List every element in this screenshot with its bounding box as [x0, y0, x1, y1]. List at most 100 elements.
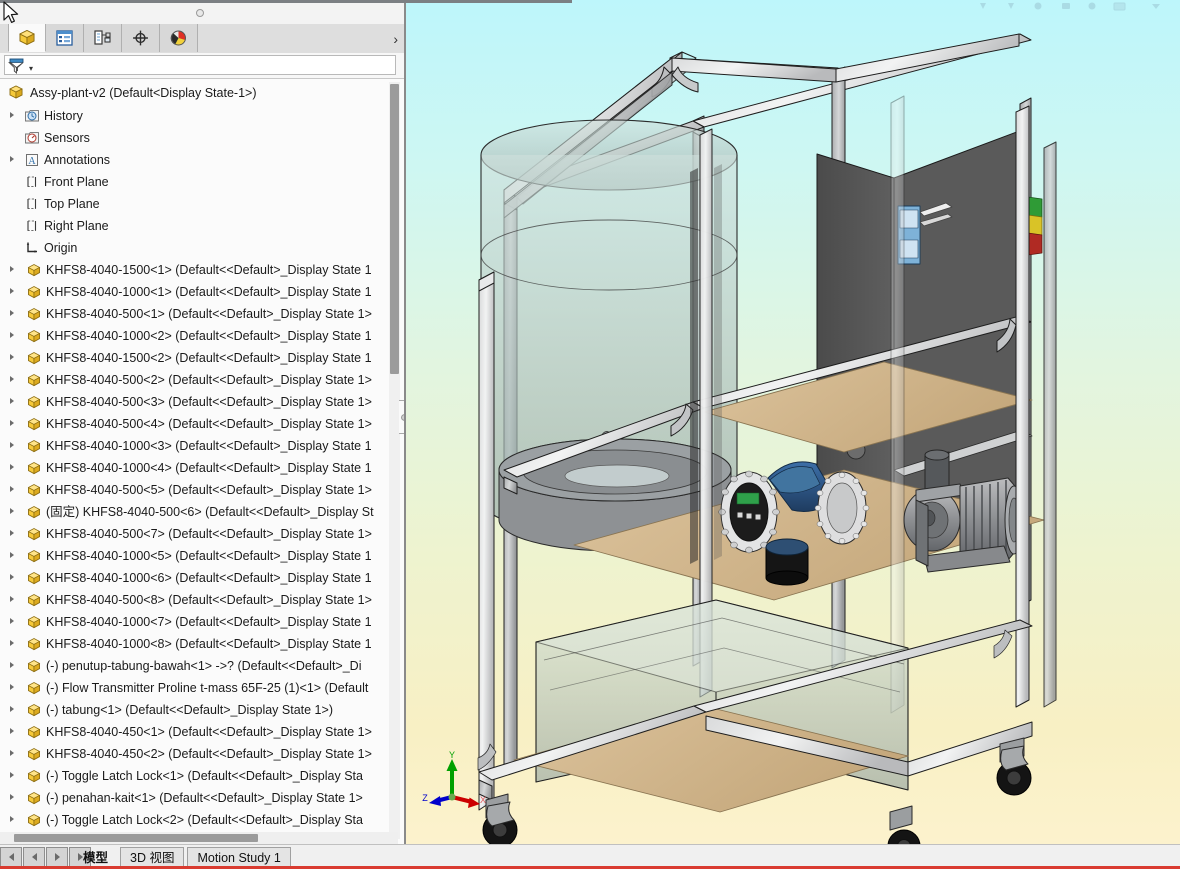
first-icon [8, 853, 14, 861]
expand-arrow-icon[interactable] [10, 464, 14, 470]
part-icon [26, 306, 42, 322]
tree-item[interactable]: Right Plane [0, 215, 404, 237]
expand-arrow-icon[interactable] [10, 618, 14, 624]
bottom-tab[interactable]: 3D 视图 [120, 847, 185, 868]
expand-arrow-icon[interactable] [10, 706, 14, 712]
expand-arrow-icon[interactable] [10, 442, 14, 448]
property-manager-tab[interactable] [46, 24, 84, 52]
filter-input-wrapper[interactable]: ▾ [4, 55, 396, 75]
tree-item[interactable]: KHFS8-4040-1000<7> (Default<<Default>_Di… [0, 611, 404, 633]
tree-root-item[interactable]: Assy-plant-v2 (Default<Display State-1>) [0, 79, 404, 105]
part-icon [27, 308, 41, 321]
tree-item[interactable]: KHFS8-4040-500<5> (Default<<Default>_Dis… [0, 479, 404, 501]
tree-item-label: KHFS8-4040-450<1> (Default<<Default>_Dis… [46, 725, 372, 739]
tree-item[interactable]: Front Plane [0, 171, 404, 193]
tree-item-label: (-) Toggle Latch Lock<1> (Default<<Defau… [46, 769, 363, 783]
expand-arrow-icon[interactable] [10, 552, 14, 558]
tree-item[interactable]: (-) penutup-tabung-bawah<1> ->? (Default… [0, 655, 404, 677]
part-icon [26, 262, 42, 278]
tree-item[interactable]: (-) tabung<1> (Default<<Default>_Display… [0, 699, 404, 721]
dimxpert-manager-tab[interactable] [122, 24, 160, 52]
tree-item[interactable]: KHFS8-4040-1500<1> (Default<<Default>_Di… [0, 259, 404, 281]
tree-item[interactable]: (-) Toggle Latch Lock<1> (Default<<Defau… [0, 765, 404, 787]
configuration-manager-tab[interactable] [84, 24, 122, 52]
tree-item[interactable]: KHFS8-4040-1000<8> (Default<<Default>_Di… [0, 633, 404, 655]
tree-item[interactable]: KHFS8-4040-1000<3> (Default<<Default>_Di… [0, 435, 404, 457]
tree-vertical-scrollbar[interactable] [389, 82, 400, 839]
part-icon [27, 330, 41, 343]
tree-item[interactable]: Top Plane [0, 193, 404, 215]
tree-item[interactable]: KHFS8-4040-1000<2> (Default<<Default>_Di… [0, 325, 404, 347]
expand-arrow-icon[interactable] [10, 772, 14, 778]
tree-item[interactable]: History [0, 105, 404, 127]
expand-arrow-icon[interactable] [10, 310, 14, 316]
expand-arrow-icon[interactable] [10, 266, 14, 272]
tree-item[interactable]: A Annotations [0, 149, 404, 171]
expand-arrow-icon[interactable] [10, 332, 14, 338]
tree-item[interactable]: Sensors [0, 127, 404, 149]
tree-item[interactable]: KHFS8-4040-500<4> (Default<<Default>_Dis… [0, 413, 404, 435]
nav-first-button[interactable] [0, 847, 22, 867]
tree-item[interactable]: KHFS8-4040-450<2> (Default<<Default>_Dis… [0, 743, 404, 765]
tree-item[interactable]: Origin [0, 237, 404, 259]
nav-previous-button[interactable] [23, 847, 45, 867]
tree-item[interactable]: (固定) KHFS8-4040-500<6> (Default<<Default… [0, 501, 404, 523]
expand-arrow-icon[interactable] [10, 596, 14, 602]
annotations-icon: A [26, 154, 38, 167]
expand-arrow-icon[interactable] [10, 486, 14, 492]
expand-arrow-icon[interactable] [10, 574, 14, 580]
tree-item[interactable]: KHFS8-4040-500<3> (Default<<Default>_Dis… [0, 391, 404, 413]
next-icon [54, 853, 60, 861]
bottom-tab[interactable]: 模型 [74, 848, 117, 868]
expand-arrow-icon[interactable] [10, 640, 14, 646]
expand-arrow-icon[interactable] [10, 156, 14, 162]
expand-arrow-icon[interactable] [10, 508, 14, 514]
expand-arrow-icon[interactable] [10, 288, 14, 294]
tree-item[interactable]: KHFS8-4040-1000<5> (Default<<Default>_Di… [0, 545, 404, 567]
expand-arrow-icon[interactable] [10, 662, 14, 668]
triad-y-label: Y [449, 751, 455, 760]
tree-item[interactable]: (-) penahan-kait<1> (Default<<Default>_D… [0, 787, 404, 809]
tree-item-label: KHFS8-4040-1000<6> (Default<<Default>_Di… [46, 571, 372, 585]
tree-item[interactable]: KHFS8-4040-1500<2> (Default<<Default>_Di… [0, 347, 404, 369]
tree-item[interactable]: KHFS8-4040-1000<4> (Default<<Default>_Di… [0, 457, 404, 479]
tree-item[interactable]: KHFS8-4040-500<1> (Default<<Default>_Dis… [0, 303, 404, 325]
expand-arrow-icon[interactable] [10, 750, 14, 756]
tree-item[interactable]: KHFS8-4040-1000<1> (Default<<Default>_Di… [0, 281, 404, 303]
tree-horizontal-scrollbar[interactable] [0, 832, 398, 844]
expand-arrow-icon[interactable] [10, 398, 14, 404]
tree-item[interactable]: KHFS8-4040-500<7> (Default<<Default>_Dis… [0, 523, 404, 545]
expand-arrow-icon[interactable] [10, 112, 14, 118]
nav-next-button[interactable] [46, 847, 68, 867]
expand-arrow-icon[interactable] [10, 794, 14, 800]
tree-item-label: KHFS8-4040-1500<2> (Default<<Default>_Di… [46, 351, 372, 365]
svg-text:A: A [28, 156, 36, 167]
tree-item[interactable]: KHFS8-4040-450<1> (Default<<Default>_Dis… [0, 721, 404, 743]
bottom-tab[interactable]: Motion Study 1 [187, 847, 291, 868]
tree-item-label: KHFS8-4040-450<2> (Default<<Default>_Dis… [46, 747, 372, 761]
expand-arrow-icon[interactable] [10, 354, 14, 360]
tree-item[interactable]: KHFS8-4040-500<8> (Default<<Default>_Dis… [0, 589, 404, 611]
expand-arrow-icon[interactable] [10, 816, 14, 822]
expand-arrow-icon[interactable] [10, 684, 14, 690]
expand-arrow-icon[interactable] [10, 420, 14, 426]
expand-arrow-icon[interactable] [10, 376, 14, 382]
filter-dropdown-arrow[interactable]: ▾ [29, 64, 33, 73]
tree-vertical-scroll-thumb[interactable] [390, 84, 399, 374]
tree-horizontal-scroll-thumb[interactable] [14, 834, 258, 842]
tree-item[interactable]: KHFS8-4040-500<2> (Default<<Default>_Dis… [0, 369, 404, 391]
tree-item[interactable]: (-) Flow Transmitter Proline t-mass 65F-… [0, 677, 404, 699]
cad-model-render[interactable] [404, 0, 1180, 869]
expand-tabs-chevron[interactable]: › [393, 31, 398, 47]
triad-z-label: Z [422, 793, 428, 803]
tree-item[interactable]: KHFS8-4040-1000<6> (Default<<Default>_Di… [0, 567, 404, 589]
plane-icon [24, 196, 40, 212]
expand-arrow-icon[interactable] [10, 728, 14, 734]
graphics-viewport[interactable]: Y X Z [404, 0, 1180, 869]
tree-item[interactable]: (-) Toggle Latch Lock<2> (Default<<Defau… [0, 809, 404, 831]
feature-tree[interactable]: Assy-plant-v2 (Default<Display State-1>)… [0, 79, 404, 844]
expand-arrow-icon[interactable] [10, 530, 14, 536]
display-manager-tab[interactable] [160, 24, 198, 52]
panel-drag-handle[interactable] [196, 9, 204, 17]
feature-manager-tab[interactable] [8, 24, 46, 52]
